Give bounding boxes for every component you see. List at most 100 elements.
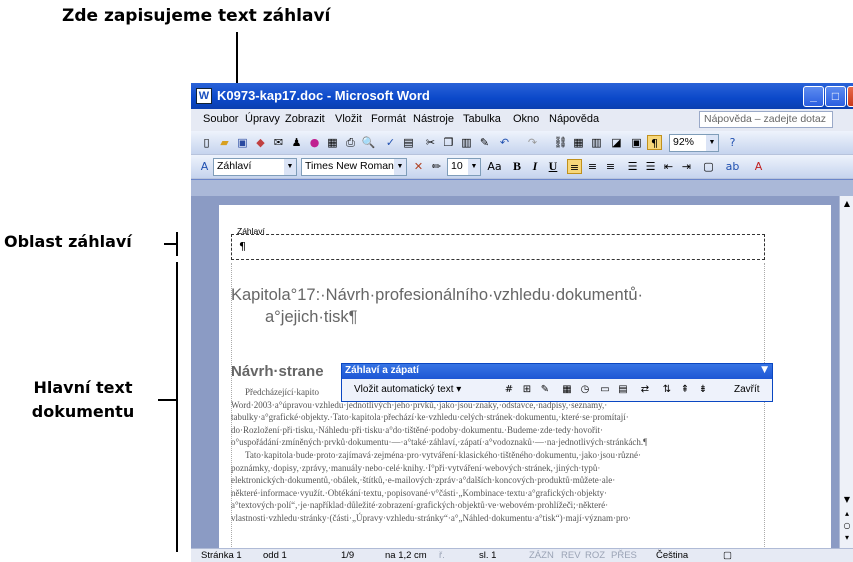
- new-document-icon[interactable]: ▯: [199, 135, 214, 150]
- styles-pane-icon[interactable]: A: [197, 159, 212, 174]
- menu-upravy[interactable]: Úpravy: [245, 113, 280, 125]
- chapter-heading-line1: Kapitola°17:·Návrh·profesionálního·vzhle…: [231, 286, 643, 304]
- hyperlink-icon[interactable]: ⛓: [553, 135, 568, 150]
- status-ovr[interactable]: PŘES: [611, 550, 637, 561]
- border-icon[interactable]: ▢: [701, 159, 716, 174]
- menu-tabulka[interactable]: Tabulka: [463, 113, 501, 125]
- maximize-button[interactable]: □: [825, 86, 846, 107]
- cut-icon[interactable]: ✂: [423, 135, 438, 150]
- status-language: Čeština: [656, 550, 689, 561]
- insert-date-icon[interactable]: ▦: [560, 383, 574, 397]
- permission-icon[interactable]: ◆: [253, 135, 268, 150]
- copy-icon[interactable]: ❐: [441, 135, 456, 150]
- menu-nastroje[interactable]: Nástroje: [413, 113, 454, 125]
- show-hide-document-text-icon[interactable]: ▤: [616, 383, 630, 397]
- print-preview-icon[interactable]: 🔍: [361, 135, 376, 150]
- spelling-status-icon[interactable]: ▢: [723, 550, 732, 561]
- table-icon[interactable]: ▦: [325, 135, 340, 150]
- style-select[interactable]: Záhlaví ▼: [213, 158, 297, 176]
- align-right-icon[interactable]: ≡: [603, 159, 618, 174]
- document-map-icon[interactable]: ▣: [629, 135, 644, 150]
- status-position: na 1,2 cm: [385, 550, 427, 561]
- body-line: a°textových·polí“,·je·například·důležité…: [231, 500, 609, 511]
- format-painter-icon[interactable]: ✎: [477, 135, 492, 150]
- character-scale-icon[interactable]: Aa: [487, 159, 502, 174]
- status-trk[interactable]: REV: [561, 550, 581, 561]
- menu-soubor[interactable]: Soubor: [203, 113, 238, 125]
- status-pages: 1/9: [341, 550, 355, 561]
- body-line: do·Rozložení·při·tisku,·Náhledu·při·tisk…: [231, 424, 603, 435]
- toolbar-options-icon[interactable]: ▼: [761, 365, 768, 375]
- menu-format[interactable]: Formát: [371, 113, 406, 125]
- close-header-footer-button[interactable]: Zavřít: [734, 384, 760, 395]
- research-book-icon[interactable]: ▤: [401, 135, 416, 150]
- increase-indent-icon[interactable]: ⇥: [679, 159, 694, 174]
- print-icon[interactable]: ⎙: [343, 135, 358, 150]
- format-page-number-icon[interactable]: ✎: [538, 383, 552, 397]
- screenshot-stage: Zde zapisujeme text záhlaví Oblast záhla…: [0, 0, 853, 562]
- next-page-icon[interactable]: ▾: [841, 532, 853, 544]
- columns-icon[interactable]: ▥: [589, 135, 604, 150]
- numbering-icon[interactable]: ☰: [625, 159, 640, 174]
- spelling-icon[interactable]: ✓: [383, 135, 398, 150]
- research-icon[interactable]: ♟: [289, 135, 304, 150]
- drawing-icon[interactable]: ◪: [609, 135, 624, 150]
- close-window-button[interactable]: ✕: [847, 86, 853, 107]
- header-footer-toolbar-title[interactable]: Záhlaví a zápatí: [342, 364, 772, 379]
- help-search-input[interactable]: Nápověda – zadejte dotaz: [699, 111, 833, 128]
- callout-bracket-main: [158, 399, 178, 401]
- redo-icon[interactable]: ↷: [525, 135, 540, 150]
- vertical-scrollbar[interactable]: ▲ ▼ ▴ ○ ▾: [839, 196, 853, 548]
- standard-toolbar: ▯ ▰ ▣ ◆ ✉ ♟ ● ▦ ⎙ 🔍 ✓ ▤ ✂ ❐ ▥ ✎ ↶ ↷ ⛓ ▦ …: [191, 131, 853, 155]
- status-ext[interactable]: ROZ: [585, 550, 605, 561]
- previous-page-icon[interactable]: ▴: [841, 508, 853, 520]
- callout-bracket-header-v: [176, 232, 178, 256]
- menu-okno[interactable]: Okno: [513, 113, 539, 125]
- italic-button[interactable]: I: [527, 159, 543, 174]
- status-rec[interactable]: ZÁZN: [529, 550, 554, 561]
- bold-button[interactable]: B: [509, 159, 525, 174]
- header-edit-box[interactable]: [231, 234, 765, 260]
- menu-napoveda[interactable]: Nápověda: [549, 113, 599, 125]
- bullets-icon[interactable]: ☰: [643, 159, 658, 174]
- zoom-select[interactable]: 92% ▼: [669, 134, 719, 152]
- align-center-icon[interactable]: ≡: [585, 159, 600, 174]
- scroll-down-icon[interactable]: ▼: [841, 494, 853, 506]
- tables-borders-icon[interactable]: ▦: [571, 135, 586, 150]
- horizontal-ruler: [191, 180, 853, 196]
- decrease-indent-icon[interactable]: ⇤: [661, 159, 676, 174]
- font-select[interactable]: Times New Roman ▼: [301, 158, 407, 176]
- switch-header-footer-icon[interactable]: ⇅: [660, 383, 674, 397]
- insert-page-count-icon[interactable]: ⊞: [520, 383, 534, 397]
- font-color-icon[interactable]: A: [751, 159, 766, 174]
- align-left-icon[interactable]: ≡: [567, 159, 582, 174]
- header-pilcrow: ¶: [239, 240, 246, 253]
- open-folder-icon[interactable]: ▰: [217, 135, 232, 150]
- menu-vlozit[interactable]: Vložit: [335, 113, 362, 125]
- scroll-up-icon[interactable]: ▲: [841, 198, 853, 210]
- page-setup-icon[interactable]: ▭: [598, 383, 612, 397]
- undo-icon[interactable]: ↶: [497, 135, 512, 150]
- underline-button[interactable]: U: [545, 159, 561, 174]
- email-icon[interactable]: ✉: [271, 135, 286, 150]
- browse-object-icon[interactable]: ○: [841, 520, 853, 532]
- body-text: Předcházející·kapito Word·2003·a°úpravou…: [231, 386, 767, 525]
- paste-icon[interactable]: ▥: [459, 135, 474, 150]
- help-icon[interactable]: ?: [725, 135, 740, 150]
- highlight-icon[interactable]: ab: [725, 159, 740, 174]
- insert-autotext-button[interactable]: Vložit automatický text ▾: [354, 384, 461, 395]
- record-icon[interactable]: ●: [307, 135, 322, 150]
- link-to-previous-icon[interactable]: ⇄: [638, 383, 652, 397]
- show-next-icon[interactable]: ⇟: [696, 383, 710, 397]
- insert-time-icon[interactable]: ◷: [578, 383, 592, 397]
- show-hide-icon[interactable]: ¶: [647, 135, 662, 150]
- highlight-brush-icon[interactable]: ✏: [429, 159, 444, 174]
- show-previous-icon[interactable]: ⇞: [678, 383, 692, 397]
- minimize-button[interactable]: _: [803, 86, 824, 107]
- insert-page-number-icon[interactable]: #: [502, 383, 516, 397]
- menu-zobrazit[interactable]: Zobrazit: [285, 113, 325, 125]
- status-bar: Stránka 1 odd 1 1/9 na 1,2 cm ř. sl. 1 Z…: [191, 548, 853, 562]
- font-size-select[interactable]: 10 ▼: [447, 158, 481, 176]
- save-icon[interactable]: ▣: [235, 135, 250, 150]
- language-icon[interactable]: ✕: [411, 159, 426, 174]
